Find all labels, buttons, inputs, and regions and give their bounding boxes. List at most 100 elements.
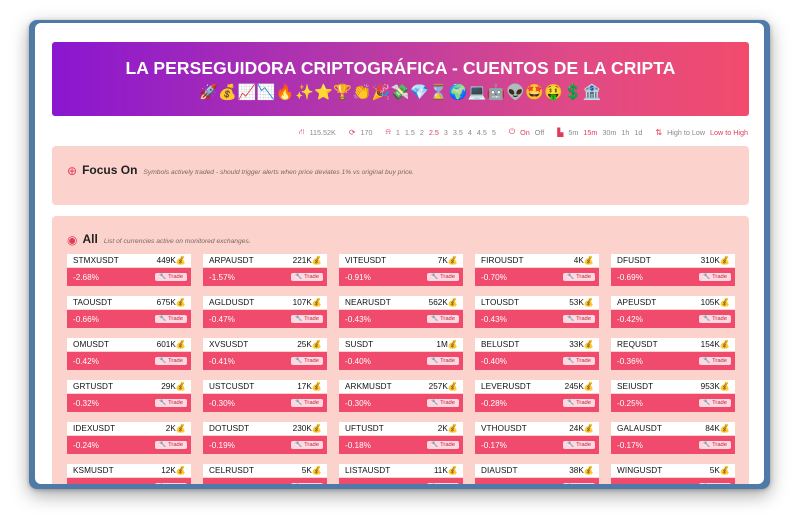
trade-button[interactable]: 🔧 Trade [427, 315, 459, 323]
interval-option[interactable]: 15m [583, 128, 597, 137]
trade-button[interactable]: 🔧 Trade [427, 399, 459, 407]
card-volume: 11K💰 [433, 465, 458, 475]
deviation-option[interactable]: 2 [420, 128, 424, 137]
trade-button[interactable]: 🔧 Trade [291, 483, 323, 484]
currency-card: UFTUSDT 2K💰 -0.18% 🔧 Trade [339, 422, 463, 454]
power-toggle: ⏻ On Off [509, 127, 544, 137]
trade-button[interactable]: 🔧 Trade [699, 273, 731, 281]
card-header: TAOUSDT 675K💰 [67, 296, 191, 309]
deviation-option[interactable]: 4.5 [477, 128, 487, 137]
card-change-row: -0.30% 🔧 Trade [203, 394, 327, 412]
card-change: -0.17% [481, 440, 507, 450]
trade-button[interactable]: 🔧 Trade [563, 483, 595, 484]
card-symbol: DFUSDT [617, 256, 651, 265]
currency-card: CELRUSDT 5K💰 -0.15% 🔧 Trade [203, 464, 327, 484]
interval-option[interactable]: 1d [634, 128, 642, 137]
deviation-option[interactable]: 1 [396, 128, 400, 137]
trade-button[interactable]: 🔧 Trade [155, 483, 187, 484]
deviation-option[interactable]: 5 [492, 128, 496, 137]
card-symbol: APEUSDT [617, 298, 657, 307]
deviation-option[interactable]: 3.5 [453, 128, 463, 137]
card-volume: 29K💰 [161, 381, 186, 391]
trade-button[interactable]: 🔧 Trade [699, 483, 731, 484]
card-change: -0.24% [73, 440, 99, 450]
deviation-option[interactable]: 1.5 [405, 128, 415, 137]
card-header: GALAUSDT 84K💰 [611, 422, 735, 435]
card-change-row: -0.32% 🔧 Trade [67, 394, 191, 412]
interval-option[interactable]: 30m [602, 128, 616, 137]
deviation-selector: ⍾ 1 1.5 2 2.5 3 3.5 4 4.5 5 [386, 127, 496, 137]
card-volume: 230K💰 [292, 423, 322, 433]
deviation-option[interactable]: 2.5 [429, 128, 439, 137]
sort-selector: ⇅ High to Low Low to High [655, 128, 748, 137]
currency-card: TAOUSDT 675K💰 -0.66% 🔧 Trade [67, 296, 191, 328]
card-change-row: -0.25% 🔧 Trade [611, 394, 735, 412]
card-symbol: ARKMUSDT [345, 382, 392, 391]
card-symbol: DOTUSDT [209, 424, 250, 433]
card-header: STMXUSDT 449K💰 [67, 254, 191, 267]
all-panel-header: ◉ All List of currencies active on monit… [67, 232, 251, 247]
trade-button[interactable]: 🔧 Trade [699, 357, 731, 365]
trade-button[interactable]: 🔧 Trade [699, 315, 731, 323]
deviation-option[interactable]: 4 [468, 128, 472, 137]
card-symbol: SUSDT [345, 340, 374, 349]
card-change: -0.17% [617, 440, 643, 450]
refresh-icon[interactable]: ⟳ [349, 128, 356, 137]
card-symbol: NEARUSDT [345, 298, 391, 307]
interval-option[interactable]: 5m [568, 128, 578, 137]
trade-button[interactable]: 🔧 Trade [427, 483, 459, 484]
trade-button[interactable]: 🔧 Trade [155, 273, 187, 281]
card-volume: 24K💰 [569, 423, 594, 433]
trade-button[interactable]: 🔧 Trade [563, 441, 595, 449]
trade-button[interactable]: 🔧 Trade [291, 357, 323, 365]
card-change: -0.43% [345, 314, 371, 324]
trade-button[interactable]: 🔧 Trade [291, 315, 323, 323]
trade-button[interactable]: 🔧 Trade [563, 357, 595, 365]
currency-card: DIAUSDT 38K💰 -0.14% 🔧 Trade [475, 464, 599, 484]
trade-button[interactable]: 🔧 Trade [427, 357, 459, 365]
card-change: -0.70% [481, 272, 507, 282]
card-change-row: -0.40% 🔧 Trade [475, 352, 599, 370]
power-option[interactable]: Off [535, 128, 544, 137]
trade-button[interactable]: 🔧 Trade [291, 399, 323, 407]
card-symbol: GRTUSDT [73, 382, 114, 391]
card-header: IDEXUSDT 2K💰 [67, 422, 191, 435]
deviation-option[interactable]: 3 [444, 128, 448, 137]
power-option[interactable]: On [520, 128, 530, 137]
card-change: -0.14% [481, 483, 507, 485]
card-symbol: VITEUSDT [345, 256, 387, 265]
card-volume: 33K💰 [569, 339, 594, 349]
currency-card: NEARUSDT 562K💰 -0.43% 🔧 Trade [339, 296, 463, 328]
card-change: -0.42% [617, 314, 643, 324]
card-symbol: XVSUSDT [209, 340, 249, 349]
sort-option[interactable]: Low to High [710, 128, 748, 137]
currency-card: DFUSDT 310K💰 -0.69% 🔧 Trade [611, 254, 735, 286]
trade-button[interactable]: 🔧 Trade [291, 273, 323, 281]
trade-button[interactable]: 🔧 Trade [427, 273, 459, 281]
sort-option[interactable]: High to Low [667, 128, 705, 137]
trade-button[interactable]: 🔧 Trade [563, 273, 595, 281]
card-header: LTOUSDT 53K💰 [475, 296, 599, 309]
card-change: -0.41% [209, 356, 235, 366]
trade-button[interactable]: 🔧 Trade [155, 441, 187, 449]
trade-button[interactable]: 🔧 Trade [291, 441, 323, 449]
card-header: KSMUSDT 12K💰 [67, 464, 191, 477]
card-change-row: -0.43% 🔧 Trade [339, 310, 463, 328]
trade-button[interactable]: 🔧 Trade [155, 357, 187, 365]
trade-button[interactable]: 🔧 Trade [699, 441, 731, 449]
interval-option[interactable]: 1h [621, 128, 629, 137]
card-change: -0.47% [209, 314, 235, 324]
trade-button[interactable]: 🔧 Trade [427, 441, 459, 449]
trade-button[interactable]: 🔧 Trade [699, 399, 731, 407]
card-volume: 38K💰 [569, 465, 594, 475]
trade-button[interactable]: 🔧 Trade [563, 315, 595, 323]
card-header: USTCUSDT 17K💰 [203, 380, 327, 393]
trade-button[interactable]: 🔧 Trade [155, 315, 187, 323]
trade-button[interactable]: 🔧 Trade [155, 399, 187, 407]
card-header: XVSUSDT 25K💰 [203, 338, 327, 351]
refresh-stat[interactable]: ⟳ 170 [349, 128, 373, 137]
page-scroll-area[interactable]: LA PERSEGUIDORA CRIPTOGRÁFICA - CUENTOS … [35, 23, 764, 484]
trade-button[interactable]: 🔧 Trade [563, 399, 595, 407]
card-change-row: -0.43% 🔧 Trade [475, 310, 599, 328]
currency-card: LISTAUSDT 11K💰 -0.14% 🔧 Trade [339, 464, 463, 484]
